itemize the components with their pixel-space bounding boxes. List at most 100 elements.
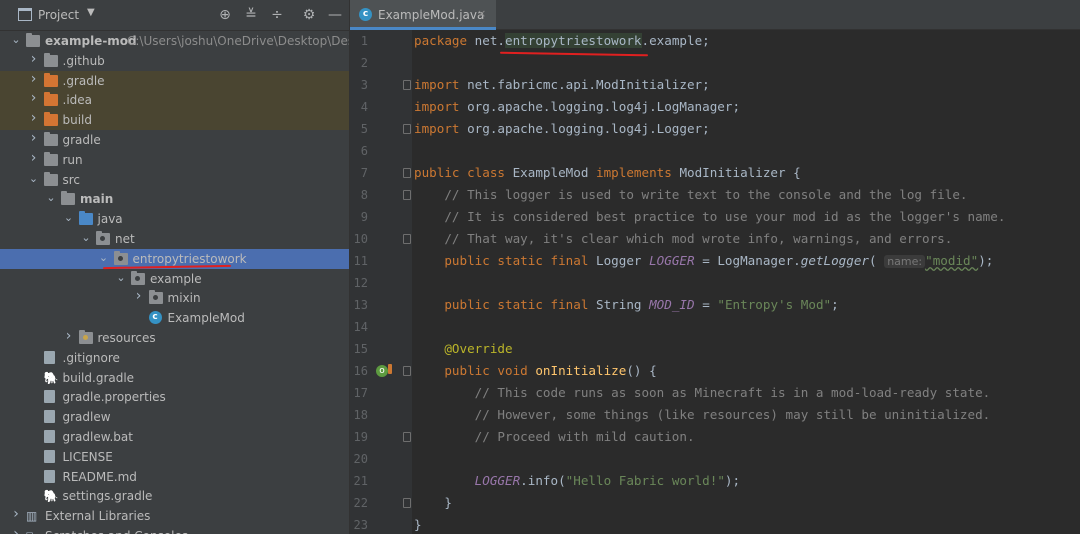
line-number: 19 [353,430,368,444]
folder-icon [43,151,58,166]
tree-item[interactable]: ⌄ example-mod C:\Users\joshu\OneDrive\Desk… [0,31,349,51]
tree-item[interactable]: › run [0,150,349,170]
chevron-down-icon[interactable]: ⌄ [80,231,92,244]
chevron-right-icon[interactable]: › [28,110,40,126]
chevron-down-icon[interactable]: ⌄ [45,191,57,204]
tree-item-label: gradle [62,133,101,147]
tree-item-label: Scratches and Consoles [45,529,188,534]
chevron-right-icon[interactable]: › [28,51,40,67]
collapse-all-icon[interactable]: ÷ [268,6,286,24]
code-line-21: LOGGER.info("Hello Fabric world!"); [474,473,741,488]
tree-item[interactable]: ⌄ java [0,209,349,229]
resources-folder-icon [78,330,93,344]
chevron-right-icon[interactable]: › [10,526,22,534]
chevron-down-icon[interactable]: ⌄ [115,271,127,284]
tree-item[interactable]: c ExampleMod [0,308,349,328]
tree-item[interactable]: 🐘 settings.gradle [0,486,349,506]
gradle-file-icon: 🐘 [43,370,59,385]
tree-item[interactable]: › .gradle [0,70,349,91]
line-number: 6 [360,144,368,158]
fold-marker-icon[interactable] [403,124,411,134]
tree-item[interactable]: README.md [0,467,349,487]
chevron-right-icon[interactable]: › [28,130,40,146]
line-number: 22 [353,496,368,510]
line-number: 18 [353,408,368,422]
chevron-down-icon[interactable]: ⌄ [98,251,110,264]
tree-item[interactable]: 🐘 build.gradle [0,368,349,388]
code-line-11: public static final Logger LOGGER = LogM… [444,253,994,268]
code-line-16: public void onInitialize() { [444,363,657,378]
tree-item[interactable]: ⌄ net [0,229,349,249]
tree-item-label: ExampleMod [167,311,245,326]
fold-marker-icon[interactable] [403,80,411,90]
project-panel-title[interactable]: Project [38,8,79,22]
excluded-folder-icon [43,72,58,87]
fold-marker-icon[interactable] [403,190,411,200]
chevron-down-icon[interactable]: ⌄ [63,211,75,224]
line-number: 10 [353,232,368,246]
editor-tab-bar: c ExampleMod.java × [350,0,1080,30]
tree-item[interactable]: › ⧉ Scratches and Consoles [0,526,349,534]
package-icon [148,290,163,305]
code-line-17: // This code runs as soon as Minecraft i… [474,385,991,400]
module-path: C:\Users\joshu\OneDrive\Desktop\Desktop [127,34,349,48]
close-icon[interactable]: × [477,7,486,20]
gear-icon[interactable]: ⚙ [300,6,318,24]
tree-item[interactable]: gradlew.bat [0,427,349,447]
tree-item-label: example [150,271,202,286]
fold-marker-icon[interactable] [403,432,411,442]
package-icon [96,231,110,245]
chevron-right-icon[interactable]: › [28,71,40,87]
tree-item[interactable]: LICENSE [0,447,349,467]
line-number: 13 [353,298,368,312]
package-name-highlight: entropytriestowork [505,33,642,48]
tree-item[interactable]: › build [0,110,349,131]
line-number: 14 [353,320,368,334]
chevron-down-icon[interactable]: ⌄ [10,33,22,46]
tree-item[interactable]: › .idea [0,90,349,111]
expand-all-icon[interactable]: ≚ [242,6,260,24]
locate-icon[interactable]: ⊕ [216,6,234,24]
gradle-file-icon: 🐘 [43,489,59,504]
module-folder-icon [26,33,40,47]
code-area[interactable]: package net.entropytriestowork.example; … [412,30,1080,534]
tree-item[interactable]: › mixin [0,288,349,308]
chevron-right-icon[interactable]: › [63,328,75,344]
tree-item[interactable]: ⌄ main [0,189,349,209]
tree-item-label: src [62,172,81,187]
tree-item[interactable]: gradle.properties [0,387,349,407]
tree-item[interactable]: › resources [0,328,349,348]
line-number: 20 [353,452,368,466]
tree-item-label: gradlew.bat [62,430,133,444]
hide-icon[interactable]: — [326,6,344,24]
tree-item-label: .github [62,53,105,68]
package-icon [113,250,128,265]
tree-item[interactable]: gradlew [0,407,349,427]
folder-icon [43,52,58,67]
chevron-down-icon[interactable]: ⌄ [28,172,40,185]
fold-marker-icon[interactable] [403,498,411,508]
fold-marker-icon[interactable] [403,168,411,178]
tree-item-label: mixin [167,291,201,306]
chevron-right-icon[interactable]: › [133,288,145,304]
tree-item-label: example-mod [45,34,137,48]
tab-examplemod-java[interactable]: c ExampleMod.java × [350,0,496,30]
parameter-hint: name: [884,255,926,268]
tree-item[interactable]: ⌄ example [0,269,349,289]
chevron-right-icon[interactable]: › [28,90,40,106]
fold-marker-icon[interactable] [403,234,411,244]
line-number: 3 [360,78,368,92]
fold-marker-icon[interactable] [403,366,411,376]
line-number: 16 [353,364,368,378]
tree-item[interactable]: .gitignore [0,348,349,368]
override-marker-icon[interactable]: o [376,365,388,377]
folder-icon [43,171,58,186]
text-file-icon [43,430,55,443]
tree-item[interactable]: › .github [0,51,349,71]
tree-item[interactable]: ⌄ src [0,170,349,190]
tree-item[interactable]: › ▥ External Libraries [0,506,349,526]
chevron-right-icon[interactable]: › [28,150,40,166]
chevron-down-icon[interactable]: ▼ [87,7,95,18]
tree-item[interactable]: › gradle [0,130,349,150]
chevron-right-icon[interactable]: › [10,506,22,522]
